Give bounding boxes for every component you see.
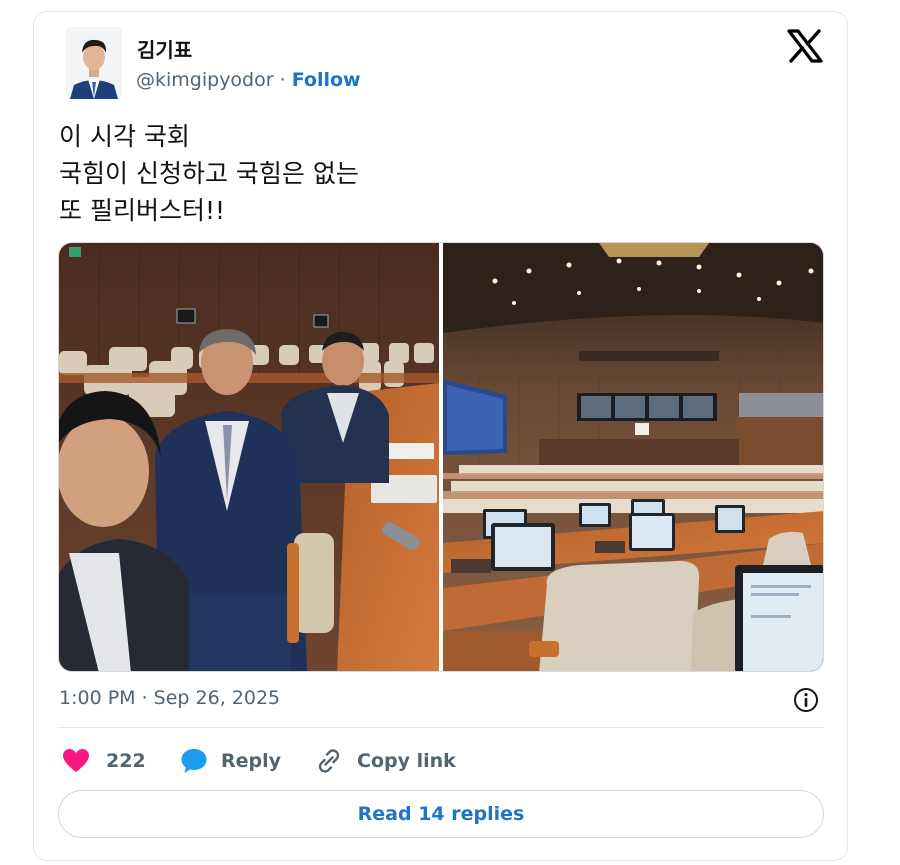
tweet-line: 국힘이 신청하고 국힘은 없는 xyxy=(59,159,359,188)
assembly-hall-photo xyxy=(443,243,823,671)
info-icon[interactable] xyxy=(792,686,820,714)
handle-row: @kimgipyodor · Follow xyxy=(136,69,361,91)
tweet-text: 이 시각 국회 국힘이 신청하고 국힘은 없는 또 필리버스터!! xyxy=(59,118,359,229)
author-avatar[interactable] xyxy=(66,27,122,99)
tweet-timestamp[interactable]: 1:00 PM · Sep 26, 2025 xyxy=(59,687,280,709)
tweet-line: 또 필리버스터!! xyxy=(59,196,225,225)
heart-icon xyxy=(63,749,89,772)
x-logo-icon[interactable] xyxy=(787,29,823,63)
like-count: 222 xyxy=(106,750,146,772)
follow-button[interactable]: Follow xyxy=(292,69,361,91)
separator-dot: · xyxy=(273,69,292,91)
divider xyxy=(58,727,824,728)
like-button[interactable]: 222 xyxy=(62,745,146,777)
reply-button[interactable]: Reply xyxy=(180,745,281,777)
reply-label: Reply xyxy=(221,750,282,772)
speech-bubble-icon xyxy=(181,749,207,773)
selfie-photo xyxy=(59,243,439,671)
copy-link-label: Copy link xyxy=(357,750,456,772)
tweet-line: 이 시각 국회 xyxy=(59,122,190,151)
read-replies-label: Read 14 replies xyxy=(357,803,525,825)
author-handle[interactable]: @kimgipyodor xyxy=(136,69,274,91)
author-name[interactable]: 김기표 xyxy=(137,34,192,63)
read-replies-button[interactable]: Read 14 replies xyxy=(58,790,824,838)
copy-link-button[interactable]: Copy link xyxy=(314,745,456,777)
tweet-media[interactable] xyxy=(58,242,824,672)
link-icon xyxy=(318,749,340,773)
